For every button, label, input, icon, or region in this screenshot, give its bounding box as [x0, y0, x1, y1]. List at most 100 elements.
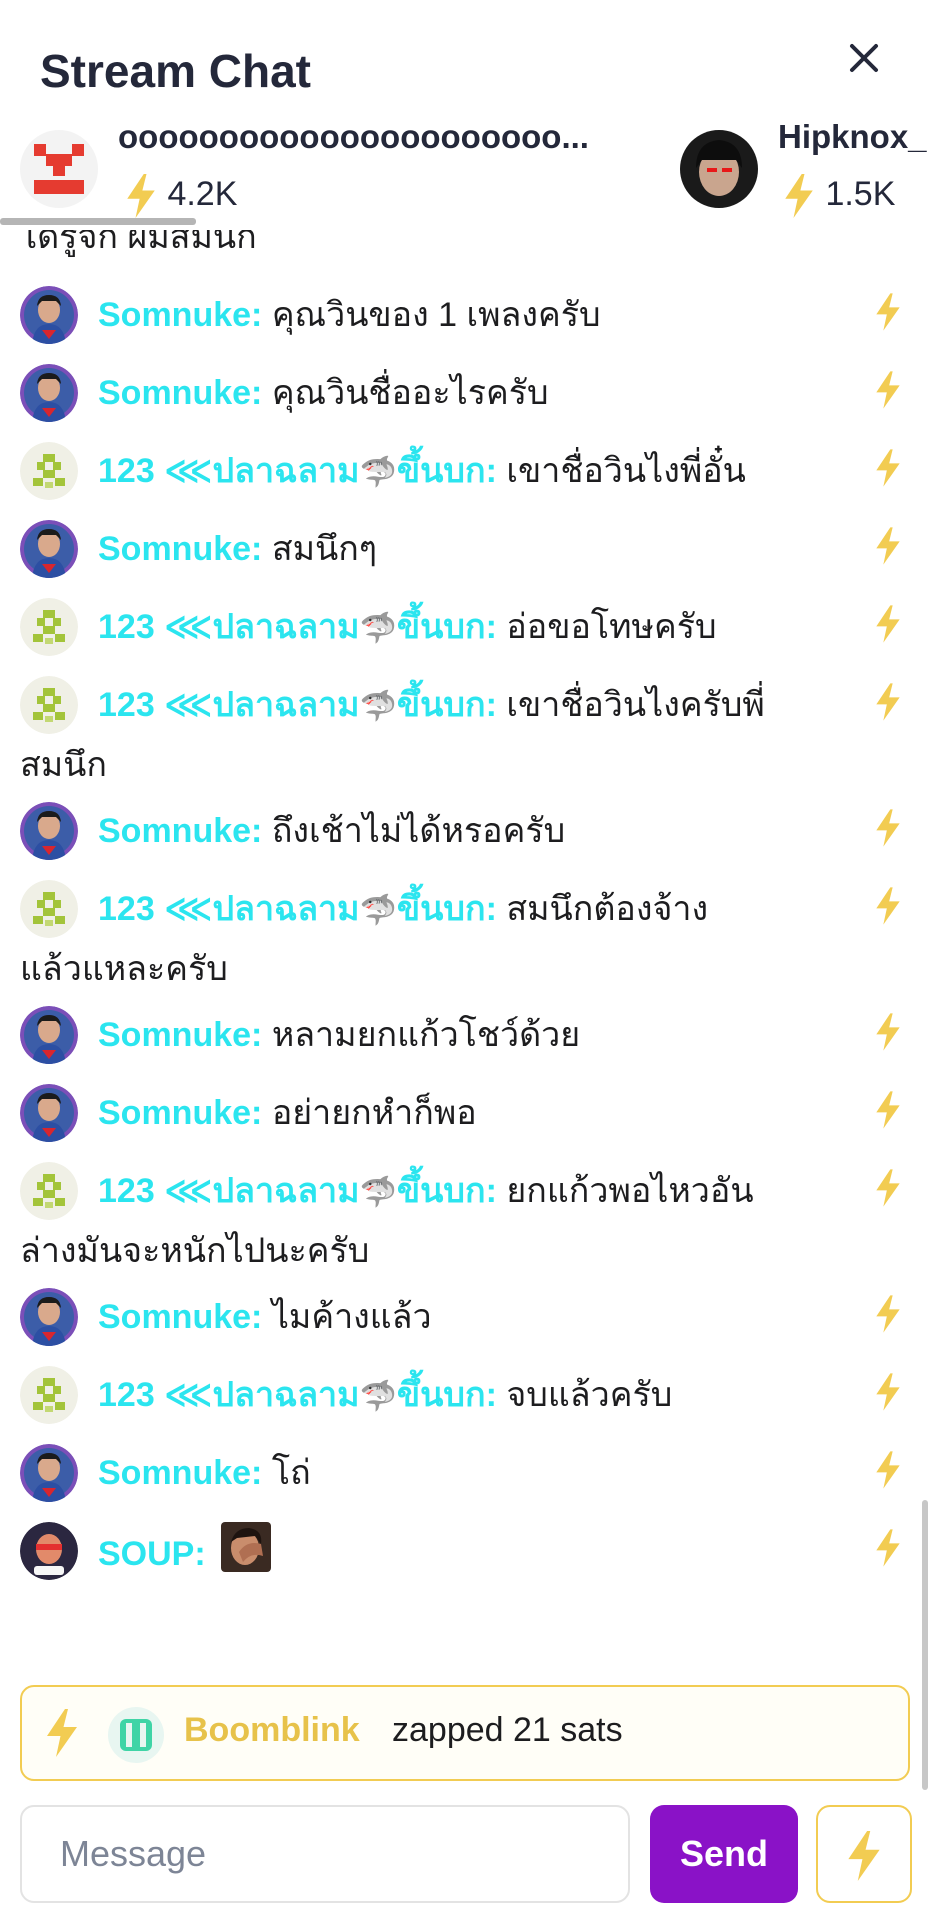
message-text: โถ่ [271, 1454, 311, 1492]
zap-message-button[interactable] [874, 1372, 920, 1418]
zap-message-button[interactable] [874, 292, 920, 338]
message-username[interactable]: 123 ⋘ปลาฉลาม🦈ขึ้นบก: [98, 1172, 497, 1210]
message-text: อ่อขอโทษครับ [506, 608, 717, 646]
lightning-icon [874, 527, 902, 574]
message-username[interactable]: Somnuke: [98, 374, 262, 412]
chat-message: 123 ⋘ปลาฉลาม🦈ขึ้นบก: ยกแก้วพอไหวอันล่างม… [20, 1162, 920, 1280]
close-button[interactable] [836, 30, 892, 86]
avatar [20, 1162, 78, 1220]
zap-message-button[interactable] [874, 1012, 920, 1058]
fish-emoji: ⋘ [154, 608, 213, 646]
chat-message: ได้รู้จัก ผมสมนึก [20, 230, 920, 266]
fish-emoji: ⋘ [154, 1172, 213, 1210]
zap-message-button[interactable] [874, 1294, 920, 1340]
lightning-icon [874, 1013, 902, 1060]
message-text: จบแล้วครับ [506, 1376, 673, 1414]
zap-message-button[interactable] [874, 1528, 920, 1574]
zap-message-button[interactable] [874, 526, 920, 572]
message-username[interactable]: Somnuke: [98, 530, 262, 568]
avatar [20, 1366, 78, 1424]
chat-message: Somnuke: หลามยกแก้วโชว์ด้วย [20, 1006, 920, 1064]
lightning-icon [874, 293, 902, 340]
composer: Send [0, 1800, 932, 1920]
lightning-icon [874, 683, 902, 730]
message-username[interactable]: 123 ⋘ปลาฉลาม🦈ขึ้นบก: [98, 1376, 497, 1414]
message-username[interactable]: Somnuke: [98, 1298, 262, 1336]
send-button[interactable]: Send [650, 1805, 798, 1903]
horizontal-scrollbar[interactable] [0, 218, 196, 225]
message-username[interactable]: Somnuke: [98, 1454, 262, 1492]
chat-message: Somnuke: ถึงเช้าไม่ได้หรอครับ [20, 802, 920, 860]
fish-emoji: ⋘ [154, 686, 213, 724]
zap-message-button[interactable] [874, 370, 920, 416]
zap-button[interactable] [816, 1805, 912, 1903]
fish-emoji: ⋘ [154, 1376, 213, 1414]
message-text: อย่ายกหำก็พอ [271, 1094, 477, 1132]
chat-message: SOUP: [20, 1522, 920, 1590]
message-text: สมนึกๆ [271, 530, 378, 568]
message-text: หลามยกแก้วโชว์ด้วย [271, 1016, 581, 1054]
message-username[interactable]: 123 ⋘ปลาฉลาม🦈ขึ้นบก: [98, 452, 497, 490]
avatar [20, 1522, 78, 1580]
message-text: ไมค้างแล้ว [271, 1298, 432, 1336]
chat-message: 123 ⋘ปลาฉลาม🦈ขึ้นบก: เขาชื่อวินไงครับพี่… [20, 676, 920, 794]
chat-message: 123 ⋘ปลาฉลาม🦈ขึ้นบก: อ่อขอโทษครับ [20, 598, 920, 658]
chat-message: Somnuke: สมนึกๆ [20, 520, 920, 578]
zap-notification: Boomblink zapped 21 sats [20, 1685, 910, 1781]
top-zapper-1[interactable]: oooooooooooooooooooooo... 4.2K [0, 118, 640, 218]
lightning-icon [47, 1709, 77, 1757]
zap-message-button[interactable] [874, 1090, 920, 1136]
message-username[interactable]: Somnuke: [98, 1016, 262, 1054]
avatar [680, 130, 758, 208]
message-text: เขาชื่อวินไงครับพี่ [506, 686, 765, 724]
zap-message-button[interactable] [874, 808, 920, 854]
message-text-continued: สมนึก [20, 746, 107, 784]
lightning-icon [848, 1831, 880, 1881]
chat-message: Somnuke: อย่ายกหำก็พอ [20, 1084, 920, 1142]
top-zapper-name: Hipknox_ [778, 118, 927, 155]
top-zapper-2[interactable]: Hipknox_ 1.5K [680, 118, 932, 218]
lightning-icon [874, 809, 902, 856]
avatar [20, 1006, 78, 1064]
message-text: ได้รู้จัก ผมสมนึก [20, 230, 257, 256]
lightning-icon [874, 1091, 902, 1138]
message-text: ยกแก้วพอไหวอัน [506, 1172, 754, 1210]
message-text: เขาชื่อวินไงพี่อั๋น [506, 452, 746, 490]
fish-emoji: ⋘ [154, 452, 213, 490]
lightning-icon [874, 449, 902, 496]
chat-message: 123 ⋘ปลาฉลาม🦈ขึ้นบก: เขาชื่อวินไงพี่อั๋น [20, 442, 920, 502]
message-username[interactable]: 123 ⋘ปลาฉลาม🦈ขึ้นบก: [98, 686, 497, 724]
avatar [20, 442, 78, 500]
lightning-icon [874, 887, 902, 934]
zap-message-button[interactable] [874, 448, 920, 494]
message-input[interactable] [20, 1805, 630, 1903]
zap-message-button[interactable] [874, 1168, 920, 1214]
avatar [20, 364, 78, 422]
message-text: คุณวินชื่ออะไรครับ [271, 374, 549, 412]
message-username[interactable]: Somnuke: [98, 1094, 262, 1132]
avatar [20, 598, 78, 656]
chat-message: Somnuke: ไมค้างแล้ว [20, 1288, 920, 1346]
message-text-continued: ล่างมันจะหนักไปนะครับ [20, 1232, 370, 1270]
zapper-username[interactable]: Boomblink [184, 1711, 360, 1750]
chat-message: Somnuke: คุณวินของ 1 เพลงครับ [20, 286, 920, 344]
message-username[interactable]: SOUP: [98, 1535, 206, 1573]
zap-message-button[interactable] [874, 682, 920, 728]
avatar [20, 802, 78, 860]
vertical-scrollbar[interactable] [922, 1500, 928, 1790]
message-username[interactable]: 123 ⋘ปลาฉลาม🦈ขึ้นบก: [98, 608, 497, 646]
lightning-icon [874, 1529, 902, 1576]
chat-messages[interactable]: ได้รู้จัก ผมสมนึก Somnuke: คุณวินของ 1 เพ… [0, 230, 932, 1658]
message-username[interactable]: Somnuke: [98, 296, 262, 334]
message-username[interactable]: Somnuke: [98, 812, 262, 850]
zap-text: zapped 21 sats [392, 1711, 623, 1749]
zap-message-button[interactable] [874, 1450, 920, 1496]
avatar [20, 1084, 78, 1142]
message-username[interactable]: 123 ⋘ปลาฉลาม🦈ขึ้นบก: [98, 890, 497, 928]
facepalm-emoji [221, 1522, 272, 1590]
avatar [20, 676, 78, 734]
avatar [20, 1444, 78, 1502]
page-title: Stream Chat [40, 45, 311, 97]
zap-message-button[interactable] [874, 604, 920, 650]
zap-message-button[interactable] [874, 886, 920, 932]
